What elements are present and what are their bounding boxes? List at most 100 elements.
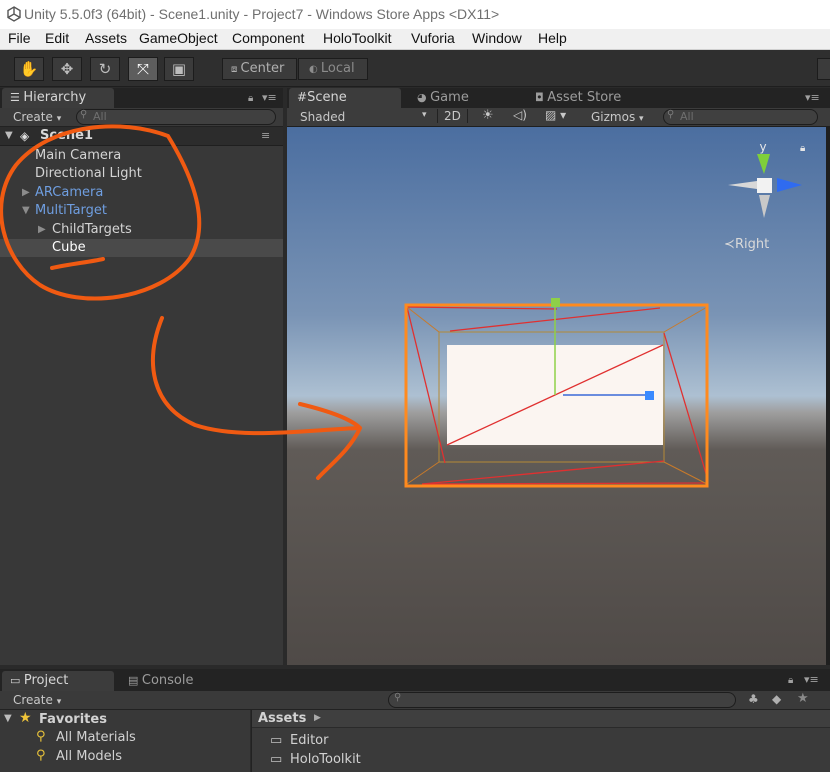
search-icon: ⚲ [394,692,402,703]
shopping-bag-icon: ◘ [535,91,548,104]
move-tool-button[interactable]: ✥ [52,57,82,81]
pivot-center-icon: ⧈ [231,64,241,75]
2d-mode-toggle[interactable]: 2D [437,109,468,123]
tab-project[interactable]: ▭ Project [2,671,114,691]
menu-component[interactable]: Component [232,30,304,46]
orientation-gizmo[interactable] [728,154,802,218]
lock-icon[interactable]: 🔒︎ [788,675,793,686]
window-title: Unity 5.5.0f3 (64bit) - Scene1.unity - P… [24,6,500,22]
menu-gameobject[interactable]: GameObject [139,30,218,46]
rotate-tool-button[interactable]: ↻ [90,57,120,81]
search-icon: ⚲ [36,748,46,763]
tab-asset-store[interactable]: ◘ Asset Store [527,88,629,108]
hierarchy-item-arcamera[interactable]: ▶ ARCamera [0,184,283,202]
gizmos-dropdown[interactable]: Gizmos ▾ [591,110,644,124]
menu-window[interactable]: Window [472,30,522,46]
hierarchy-item-multitarget[interactable]: ▼ MultiTarget [0,202,283,220]
menu-holotoolkit[interactable]: HoloToolkit [323,30,391,46]
panel-menu-icon[interactable]: ▾≡ [805,91,820,104]
rect-tool-button[interactable]: ▣ [164,57,194,81]
scene-menu-icon[interactable]: ≡ [261,129,270,142]
favorites-label[interactable]: Favorites [39,712,107,727]
hierarchy-search-input[interactable]: All [76,109,276,125]
tab-console-label: Console [141,673,194,688]
menu-help[interactable]: Help [538,30,567,46]
main-toolbar: ✋ ✥ ↻ ⤧ ▣ ⧈ Center ◐ Local [0,50,830,87]
breadcrumb-assets[interactable]: Assets [258,711,306,726]
audio-toggle-icon[interactable]: ◁) [513,108,527,122]
expand-arrow-icon[interactable]: ▼ [5,130,13,141]
menu-edit[interactable]: Edit [45,30,69,46]
scale-icon: ⤧ [136,60,149,78]
view-arrow-icon: ≺ [724,237,735,252]
menu-file[interactable]: File [8,30,31,46]
dropdown-arrow-icon: ▾ [639,114,644,124]
project-create-dropdown[interactable]: Create ▾ [13,693,61,707]
gizmo-center-cube[interactable] [757,178,772,193]
hierarchy-item-directional-light[interactable]: Directional Light [0,165,283,183]
tab-console[interactable]: ▤ Console [120,671,202,691]
view-label: Right [735,237,769,252]
asset-folder[interactable]: HoloToolkit [290,752,361,767]
viewport-edge [826,127,830,665]
create-label: Create [13,110,53,124]
expand-arrow-icon[interactable]: ▶ [38,221,46,239]
lock-icon[interactable]: 🔒︎ [248,93,253,104]
search-icon: ⚲ [36,729,46,744]
scene-search-input[interactable]: All [663,109,818,125]
lighting-toggle-icon[interactable]: ☀ [482,108,494,123]
scene-toolbar: Shaded ▾ 2D ☀ ◁) ▨ ▾ Gizmos ▾ All ⚲ [287,108,830,127]
menu-vuforia[interactable]: Vuforia [411,30,455,46]
hand-tool-button[interactable]: ✋ [14,57,44,81]
tab-game[interactable]: ◕ Game [409,88,477,108]
asset-folder[interactable]: Editor [290,733,328,748]
tab-scene[interactable]: #Scene [289,88,401,108]
panel-menu-icon[interactable]: ▾≡ [804,673,819,686]
scene-viewport[interactable]: y Right ≺ 🔒︎ [287,127,826,665]
panel-menu-icon[interactable]: ▾≡ [262,91,277,104]
hierarchy-tree: Main Camera Directional Light ▶ ARCamera… [0,147,283,267]
favorite-item[interactable]: All Models [56,749,122,764]
dropdown-arrow-icon: ▾ [56,114,62,124]
pivot-rotation-label: Local [320,61,355,76]
scale-tool-button[interactable]: ⤧ [128,57,158,81]
gizmo-lock-icon[interactable]: 🔒︎ [800,143,805,154]
pivot-local-icon: ◐ [309,64,321,75]
pivot-mode-toggle[interactable]: ⧈ Center [222,58,297,80]
hierarchy-item-label: Main Camera [35,148,122,163]
search-placeholder: All [93,110,107,123]
favorite-item[interactable]: All Materials [56,730,136,745]
filter-by-label-icon[interactable]: ◆ [772,692,781,706]
pivot-rotation-toggle[interactable]: ◐ Local [298,58,368,80]
expand-arrow-icon[interactable]: ▶ [22,184,30,202]
tab-hierarchy[interactable]: ☰ Hierarchy [2,88,114,108]
console-icon: ▤ [128,674,142,687]
project-search-input[interactable] [388,692,736,708]
effects-toggle-icon[interactable]: ▨ ▾ [545,108,566,122]
hierarchy-item-cube[interactable]: Cube [0,239,283,257]
menu-assets[interactable]: Assets [85,30,127,46]
z-axis-cap[interactable] [645,391,654,400]
gizmo-neg-x-cone[interactable] [728,181,757,189]
hierarchy-item-childtargets[interactable]: ▶ ChildTargets [0,221,283,239]
collapse-arrow-icon[interactable]: ▼ [22,202,30,220]
tab-game-label: Game [430,90,469,105]
tab-hierarchy-label: Hierarchy [23,90,87,105]
expand-arrow-icon[interactable]: ▼ [4,713,12,724]
dropdown-arrow-icon: ▾ [422,110,427,120]
gizmos-label: Gizmos [591,110,636,124]
scene-render: y Right ≺ 🔒︎ [404,140,805,488]
y-axis-cap[interactable] [551,298,560,307]
play-controls-edge[interactable] [817,58,830,80]
gizmo-y-cone[interactable] [757,154,770,174]
hierarchy-item-main-camera[interactable]: Main Camera [0,147,283,165]
favorite-star-icon[interactable]: ★ [797,691,809,706]
create-dropdown[interactable]: Create ▾ [13,110,61,124]
filter-by-type-icon[interactable]: ♣ [748,692,759,706]
gizmo-z-cone[interactable] [777,178,802,192]
gizmo-neg-y-cone[interactable] [759,195,770,218]
scene-root-row[interactable]: ▼ ◈ Scene1 ≡ [0,127,283,146]
hierarchy-toolbar: Create ▾ All ⚲ [0,108,283,127]
draw-mode-dropdown[interactable]: Shaded ▾ [300,110,430,124]
breadcrumb: Assets ▶ [252,710,830,728]
